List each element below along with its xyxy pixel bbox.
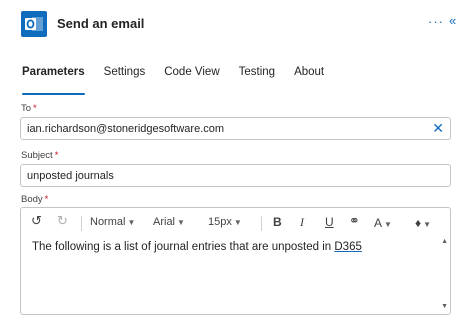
chevron-down-icon: ▼ <box>177 218 185 227</box>
chevron-down-icon: ▼ <box>423 220 432 229</box>
format-value: Normal <box>90 216 126 228</box>
editor-toolbar: ↺ ↻ Normal ▼ Arial ▼ 15px ▼ B I U ⚭ A ▼ ♦ ▼ <box>21 208 450 238</box>
to-field[interactable]: ian.richardson@stoneridgesoftware.com ✕ <box>20 117 451 140</box>
subject-field-value: unposted journals <box>27 170 114 182</box>
subject-label: Subject * <box>21 150 58 161</box>
format-dropdown[interactable]: Normal ▼ <box>90 216 135 228</box>
scroll-down-arrow-icon[interactable]: ▼ <box>441 303 448 310</box>
chevron-down-icon: ▼ <box>384 220 392 229</box>
body-text-flagged: D365 <box>334 241 362 253</box>
highlight-icon: ♦ <box>415 216 422 230</box>
collapse-panel-icon[interactable]: « <box>449 13 456 28</box>
chevron-down-icon: ▼ <box>127 218 136 227</box>
body-label-text: Body <box>21 194 43 205</box>
outlook-icon <box>21 11 47 37</box>
to-label-text: To <box>21 103 32 114</box>
body-content[interactable]: The following is a list of journal entri… <box>32 241 362 253</box>
font-value: Arial <box>153 216 176 228</box>
tab-settings[interactable]: Settings <box>100 64 150 90</box>
to-label: To * <box>21 103 37 114</box>
link-icon[interactable]: ⚭ <box>349 213 360 229</box>
subject-field[interactable]: unposted journals <box>20 164 451 187</box>
font-dropdown[interactable]: Arial ▼ <box>153 216 185 228</box>
tab-bar: Parameters Settings Code View Testing Ab… <box>18 64 339 95</box>
toolbar-divider <box>261 216 262 231</box>
to-field-value: ian.richardson@stoneridgesoftware.com <box>27 123 225 135</box>
clear-icon[interactable]: ✕ <box>432 121 444 135</box>
toolbar-divider <box>81 216 82 231</box>
chevron-down-icon: ▼ <box>233 218 242 227</box>
undo-icon[interactable]: ↺ <box>31 213 42 229</box>
tab-testing[interactable]: Testing <box>235 64 279 90</box>
tab-about[interactable]: About <box>290 64 328 90</box>
tab-code-view[interactable]: Code View <box>160 64 223 90</box>
tab-parameters[interactable]: Parameters <box>18 64 89 95</box>
body-editor[interactable]: ↺ ↻ Normal ▼ Arial ▼ 15px ▼ B I U ⚭ A ▼ ♦ ▼ T… <box>20 207 451 315</box>
highlight-button[interactable]: ♦ ▼ <box>415 216 431 230</box>
subject-label-text: Subject <box>21 150 53 161</box>
scroll-up-arrow-icon[interactable]: ▲ <box>441 238 448 245</box>
subject-required-marker: * <box>54 150 59 161</box>
underline-button[interactable]: U <box>325 215 334 229</box>
bold-button[interactable]: B <box>273 215 282 229</box>
font-size-dropdown[interactable]: 15px ▼ <box>208 216 242 228</box>
text-color-icon: A <box>374 216 383 230</box>
body-required-marker: * <box>44 194 49 205</box>
body-label: Body * <box>21 194 48 205</box>
to-required-marker: * <box>33 103 37 114</box>
body-text-main: The following is a list of journal entri… <box>32 241 335 253</box>
redo-icon[interactable]: ↻ <box>57 213 68 229</box>
text-color-button[interactable]: A ▼ <box>374 216 392 230</box>
more-options-icon[interactable]: ··· <box>428 14 444 29</box>
panel-title: Send an email <box>57 16 145 31</box>
font-size-value: 15px <box>208 216 232 228</box>
panel-header: Send an email ··· « <box>0 0 474 46</box>
italic-button[interactable]: I <box>300 215 304 230</box>
